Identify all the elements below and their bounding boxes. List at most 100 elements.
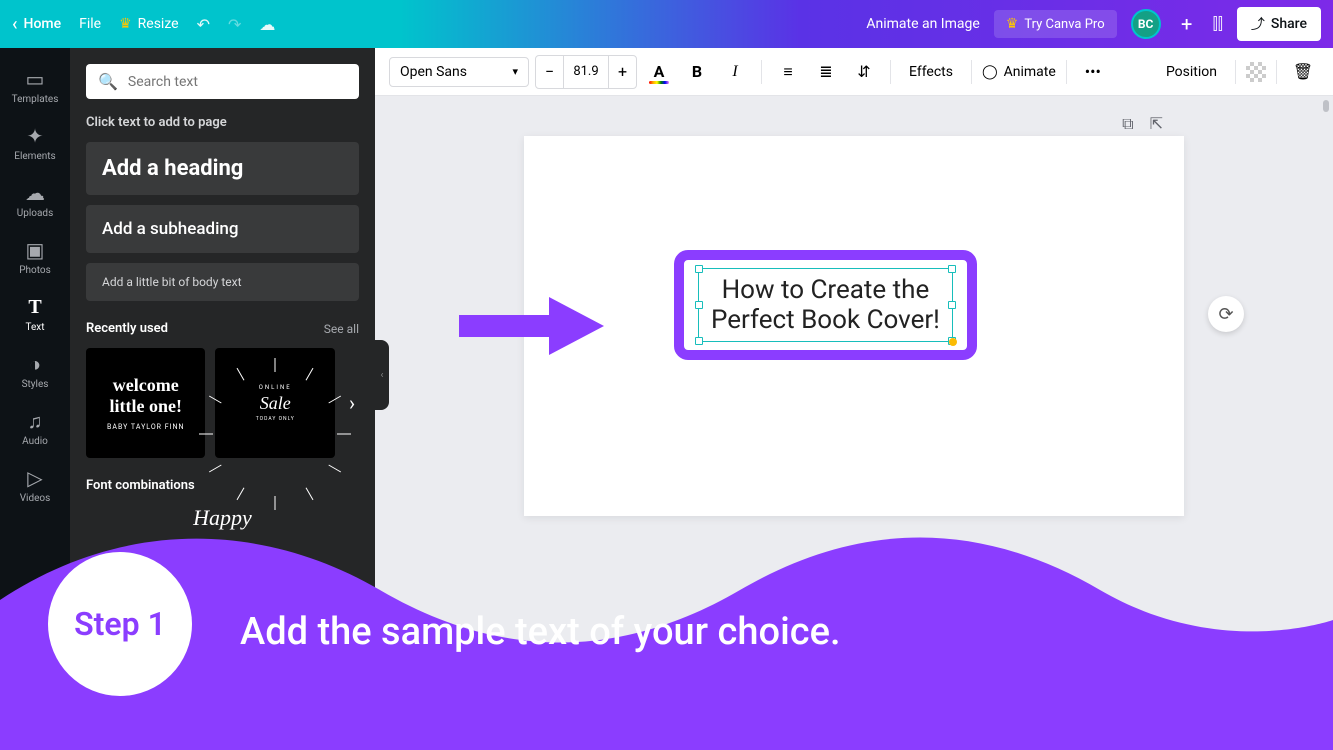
rail-photos[interactable]: ▣Photos [0,229,70,286]
panel-collapse-tab[interactable]: ‹ [375,340,389,410]
align-button[interactable]: ≡ [772,56,804,88]
font-size-increase[interactable]: + [608,56,636,88]
scrollbar-thumb[interactable] [1323,100,1329,112]
rail-styles[interactable]: ◑Styles [0,343,70,400]
add-member-icon[interactable]: + [1175,12,1199,36]
new-page-icon[interactable]: ⇱ [1150,114,1163,134]
font-size-group: − 81.9 + [535,55,637,89]
resize-handle[interactable] [695,265,703,273]
animate-image-link[interactable]: Animate an Image [866,16,979,32]
templates-icon: ▭ [26,68,45,90]
resize-handle[interactable] [948,301,956,309]
share-button[interactable]: ⤴ Share [1237,7,1321,41]
resize-label: Resize [138,16,179,32]
rail-uploads[interactable]: ☁Uploads [0,172,70,229]
add-subheading-button[interactable]: Add a subheading [86,205,359,253]
undo-icon[interactable]: ↶ [197,15,210,34]
resize-handle[interactable] [695,337,703,345]
add-heading-button[interactable]: Add a heading [86,142,359,195]
try-pro-button[interactable]: ♛ Try Canva Pro [994,10,1117,38]
font-size-value[interactable]: 81.9 [564,64,608,79]
crown-icon: ♛ [1006,16,1019,32]
share-icon: ⤴ [1251,14,1265,34]
page-actions: ⧉ ⇱ [1122,114,1163,134]
more-button[interactable]: ••• [1077,56,1109,88]
insights-icon[interactable]: ⫿⫿ [1213,14,1223,34]
search-box[interactable]: 🔍 [86,64,359,99]
step-label: Step 1 [74,605,166,643]
audio-icon: ♫ [28,410,43,432]
separator [1276,60,1277,84]
rail-audio[interactable]: ♫Audio [0,400,70,457]
animate-label: Animate [1004,64,1056,80]
text-color-button[interactable]: A [643,56,675,88]
chevron-down-icon: ▾ [512,65,518,78]
spacing-button[interactable]: ⇵ [848,56,880,88]
animate-button[interactable]: ◯ Animate [982,64,1056,80]
arrow-annotation-icon [454,291,604,376]
duplicate-page-icon[interactable]: ⧉ [1122,114,1133,134]
photos-icon: ▣ [26,239,45,261]
text-line-1[interactable]: How to Create the [711,275,940,305]
list-button[interactable]: ≣ [810,56,842,88]
header-left: ‹ Home File ♛ Resize ↶ ↷ ☁ [12,14,275,35]
add-body-button[interactable]: Add a little bit of body text [86,263,359,301]
rotate-handle[interactable] [949,338,957,346]
transparency-button[interactable] [1246,62,1266,82]
chevron-left-icon: ‹ [12,14,18,35]
rail-videos[interactable]: ▷Videos [0,457,70,514]
file-menu[interactable]: File [79,16,101,32]
recently-used-header: Recently used See all [86,321,359,336]
try-pro-label: Try Canva Pro [1024,17,1104,32]
separator [971,60,972,84]
position-button[interactable]: Position [1158,64,1225,80]
font-size-decrease[interactable]: − [536,56,564,88]
avatar[interactable]: BC [1131,9,1161,39]
highlighted-text-frame: How to Create the Perfect Book Cover! [674,250,977,360]
text-toolbar: Open Sans ▾ − 81.9 + A B I ≡ ≣ ⇵ Effects… [375,48,1333,96]
separator [890,60,891,84]
rail-templates[interactable]: ▭Templates [0,58,70,115]
redo-icon[interactable]: ↷ [228,15,241,34]
recent-cards: welcome little one! BABY TAYLOR FINN ONL… [86,348,359,458]
separator [1066,60,1067,84]
step-badge: Step 1 [48,552,192,696]
home-label: Home [24,16,62,32]
design-page[interactable]: How to Create the Perfect Book Cover! ⟳ [524,136,1184,516]
panel-hint: Click text to add to page [86,115,359,130]
tutorial-overlay: Step 1 Add the sample text of your choic… [0,520,1333,750]
see-all-link[interactable]: See all [324,322,359,336]
search-input[interactable] [128,74,347,90]
tutorial-caption: Add the sample text of your choice. [240,610,841,654]
search-icon: 🔍 [98,72,118,91]
videos-icon: ▷ [27,467,42,489]
recent-card-sale[interactable]: ONLINE Sale TODAY ONLY [215,348,334,458]
home-button[interactable]: ‹ Home [12,14,61,35]
recently-used-label: Recently used [86,321,168,336]
crown-icon: ♛ [119,16,132,32]
cards-next-icon[interactable]: › [345,391,359,415]
rail-text[interactable]: TText [0,286,70,343]
rail-elements[interactable]: ✦Elements [0,115,70,172]
animate-icon: ◯ [982,64,998,80]
font-name: Open Sans [400,64,467,80]
resize-button[interactable]: ♛ Resize [119,16,179,32]
resize-handle[interactable] [948,265,956,273]
recent-card-welcome[interactable]: welcome little one! BABY TAYLOR FINN [86,348,205,458]
uploads-icon: ☁ [25,182,45,204]
share-label: Share [1271,16,1307,32]
font-combinations-header: Font combinations [86,478,359,493]
italic-button[interactable]: I [719,56,751,88]
text-line-2[interactable]: Perfect Book Cover! [711,305,940,335]
effects-button[interactable]: Effects [901,64,961,80]
cloud-sync-icon[interactable]: ☁ [259,15,275,34]
font-combinations-label: Font combinations [86,478,195,493]
styles-icon: ◑ [29,353,41,375]
refresh-button[interactable]: ⟳ [1208,296,1244,332]
selected-text-box[interactable]: How to Create the Perfect Book Cover! [698,268,953,342]
bold-button[interactable]: B [681,56,713,88]
font-selector[interactable]: Open Sans ▾ [389,57,529,87]
text-icon: T [28,296,41,318]
resize-handle[interactable] [695,301,703,309]
delete-button[interactable]: 🗑 [1287,56,1319,88]
